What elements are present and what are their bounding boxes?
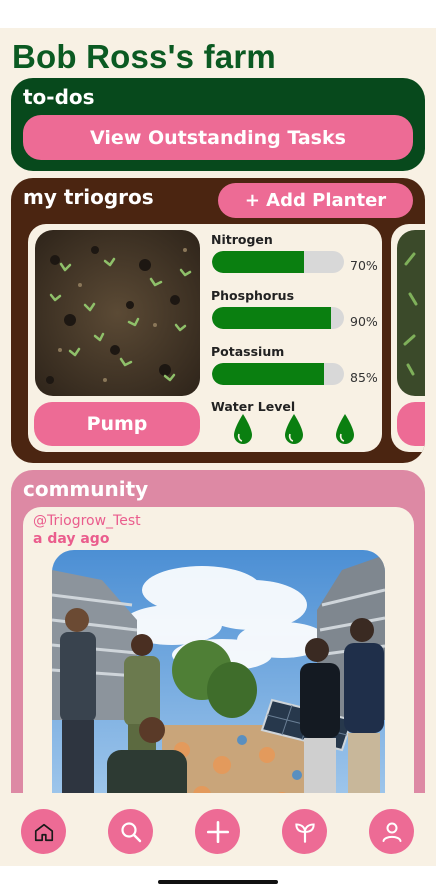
page-title: Bob Ross's farm (12, 38, 276, 75)
sprout-icon (294, 822, 315, 843)
home-indicator-bar[interactable] (158, 880, 278, 884)
phosphorus-label: Phosphorus (211, 288, 295, 303)
post-photo[interactable] (52, 550, 385, 810)
water-drop-icon (336, 414, 354, 444)
home-icon (34, 823, 53, 841)
water-level-label: Water Level (211, 399, 296, 414)
phosphorus-bar (212, 307, 344, 329)
triogros-title: my triogros (23, 185, 154, 209)
potassium-percent: 85% (350, 370, 378, 385)
next-planter-photo (397, 230, 425, 446)
todos-title: to-dos (23, 85, 95, 109)
phosphorus-bar-fill (212, 307, 331, 329)
search-icon (120, 821, 141, 842)
nav-planters-button[interactable] (282, 809, 327, 854)
potassium-label: Potassium (211, 344, 285, 359)
status-bar (0, 0, 436, 28)
nav-add-button[interactable] (195, 809, 240, 854)
planter-card[interactable]: Pump Nitrogen 70% Phosphorus 90% Potassi… (28, 224, 382, 452)
nav-home-button[interactable] (21, 809, 66, 854)
home-indicator (0, 866, 436, 896)
nitrogen-bar (212, 251, 344, 273)
post-handle[interactable]: @Triogrow_Test (33, 513, 141, 529)
view-outstanding-tasks-button[interactable]: View Outstanding Tasks (23, 115, 413, 160)
potassium-bar (212, 363, 344, 385)
bottom-nav (0, 793, 436, 865)
nav-profile-button[interactable] (369, 809, 414, 854)
nitrogen-bar-fill (212, 251, 305, 273)
nitrogen-percent: 70% (350, 258, 378, 273)
nav-search-button[interactable] (108, 809, 153, 854)
plus-icon (206, 820, 229, 843)
todos-card: to-dos View Outstanding Tasks (11, 78, 425, 171)
planter-photo (35, 230, 200, 396)
post-time: a day ago (33, 531, 110, 547)
next-planter-card[interactable] (391, 224, 425, 452)
community-title: community (23, 477, 149, 501)
community-post[interactable]: @Triogrow_Test a day ago (23, 507, 414, 810)
community-card: community @Triogrow_Test a day ago (11, 470, 425, 810)
water-drop-icon (285, 414, 303, 444)
pump-button[interactable]: Pump (34, 402, 200, 446)
profile-icon (382, 822, 401, 842)
triogros-card: my triogros + Add Planter Pump Nitrogen … (11, 178, 425, 463)
add-planter-button[interactable]: + Add Planter (218, 183, 413, 218)
water-drop-icon (234, 414, 252, 444)
nitrogen-label: Nitrogen (211, 232, 273, 247)
potassium-bar-fill (212, 363, 325, 385)
phosphorus-percent: 90% (350, 314, 378, 329)
